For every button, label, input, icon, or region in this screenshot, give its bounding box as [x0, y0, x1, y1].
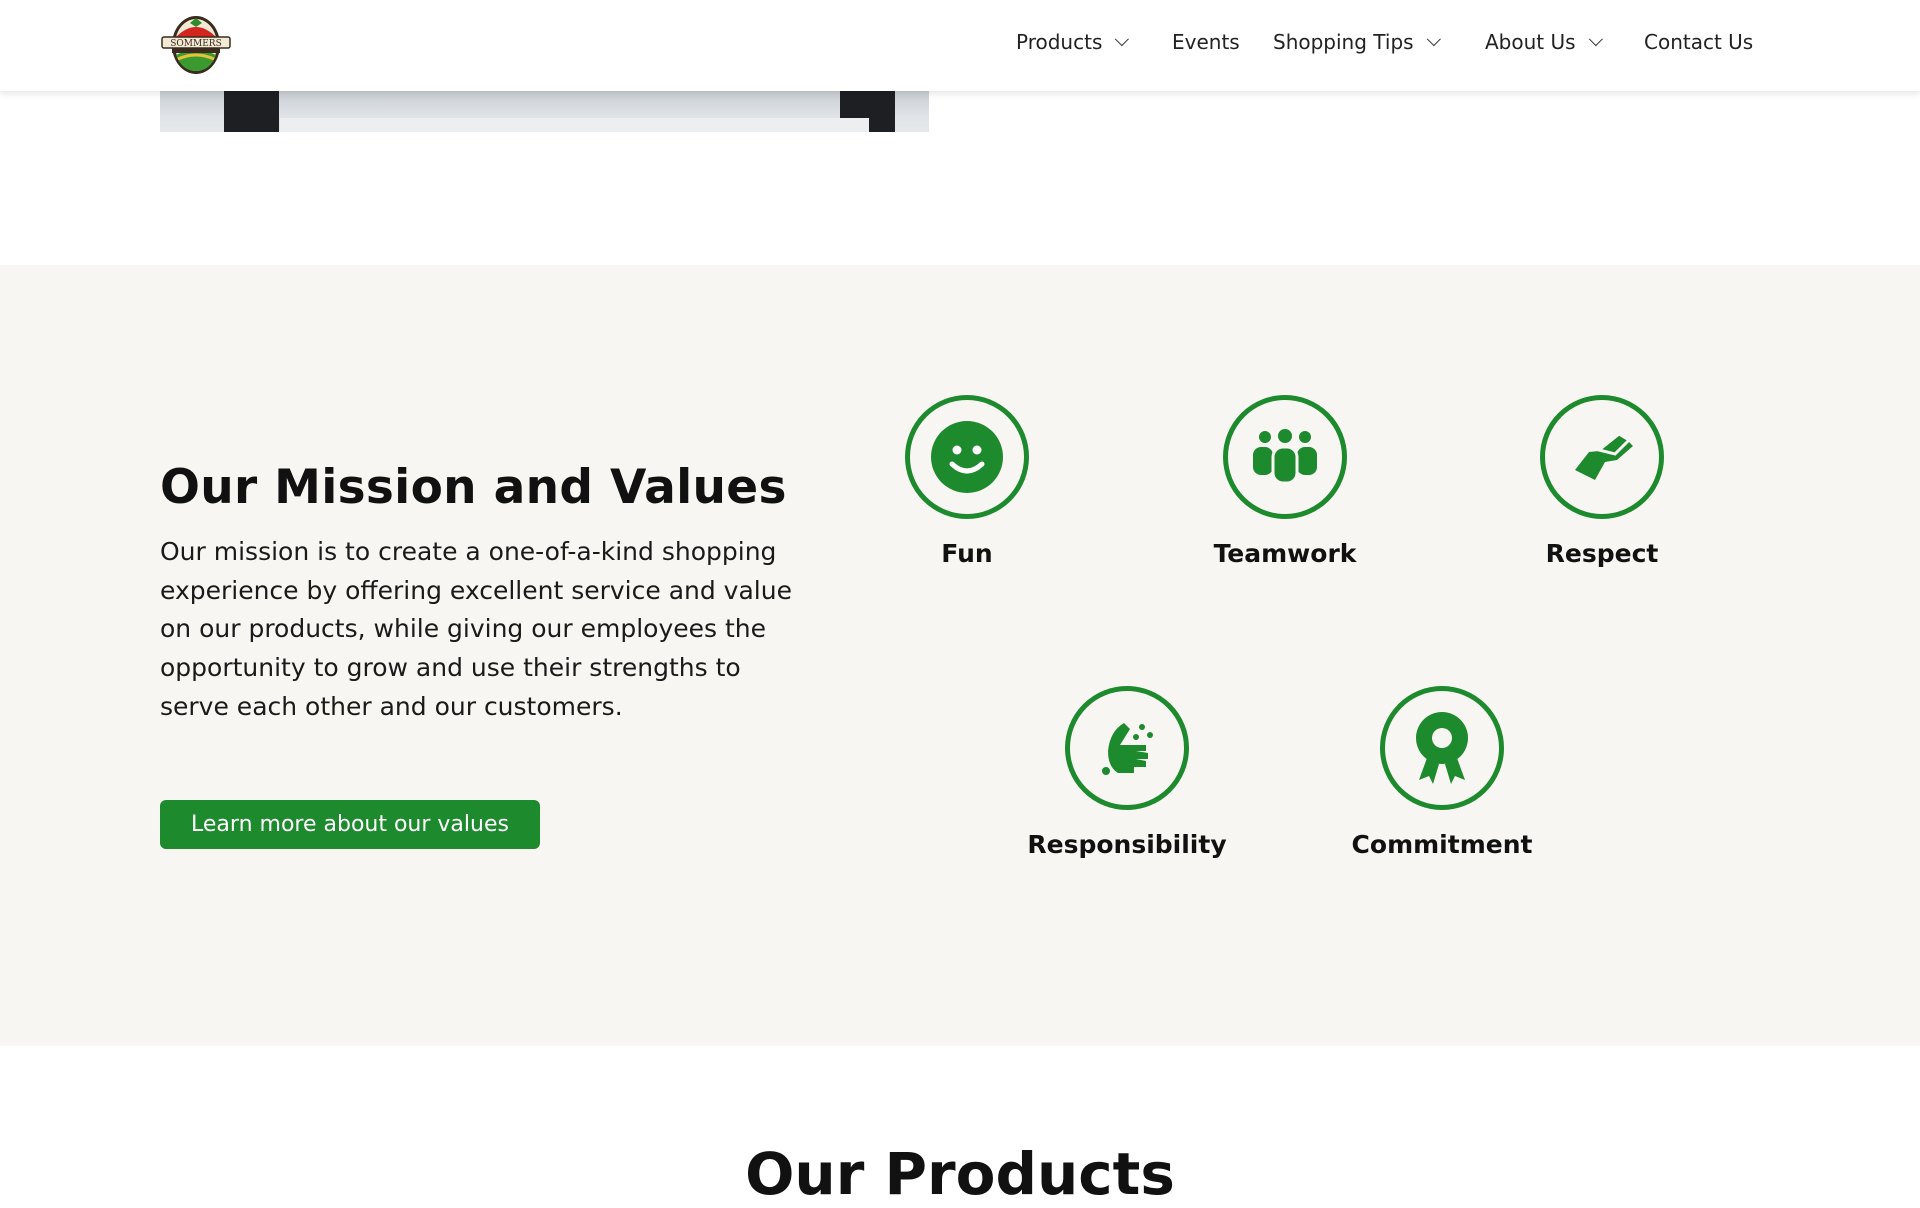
svg-text:SOMMERS: SOMMERS: [170, 39, 222, 49]
value-commitment: Commitment: [1312, 686, 1572, 859]
handshake-icon: [1575, 432, 1633, 480]
chevron-down-icon: [1426, 32, 1441, 47]
smiley-icon: [931, 421, 1003, 493]
chevron-down-icon: [1115, 32, 1130, 47]
chevron-down-icon: [1588, 32, 1603, 47]
value-respect: Respect: [1472, 395, 1732, 568]
team-icon: [1253, 429, 1317, 485]
store-photo: [160, 91, 929, 132]
hand-washing-icon: [1102, 723, 1153, 775]
products-title: Our Products: [745, 1140, 1175, 1208]
nav-shopping-tips[interactable]: Shopping Tips: [1273, 30, 1441, 54]
value-fun: Fun: [837, 395, 1097, 568]
site-header: SOMMERS Products Events Shopping Tips Ab…: [0, 0, 1920, 91]
sommers-logo[interactable]: SOMMERS: [160, 15, 232, 75]
nav-contact-us[interactable]: Contact Us: [1644, 30, 1753, 54]
nav-about-us[interactable]: About Us: [1485, 30, 1603, 54]
mission-title: Our Mission and Values: [160, 460, 787, 515]
value-responsibility: Responsibility: [997, 686, 1257, 859]
learn-more-values-button[interactable]: Learn more about our values: [160, 800, 540, 849]
nav-events[interactable]: Events: [1172, 30, 1240, 54]
value-teamwork: Teamwork: [1155, 395, 1415, 568]
mission-text: Our mission is to create a one-of-a-kind…: [160, 537, 792, 721]
nav-products[interactable]: Products: [1016, 30, 1130, 54]
award-ribbon-icon: [1416, 712, 1468, 784]
